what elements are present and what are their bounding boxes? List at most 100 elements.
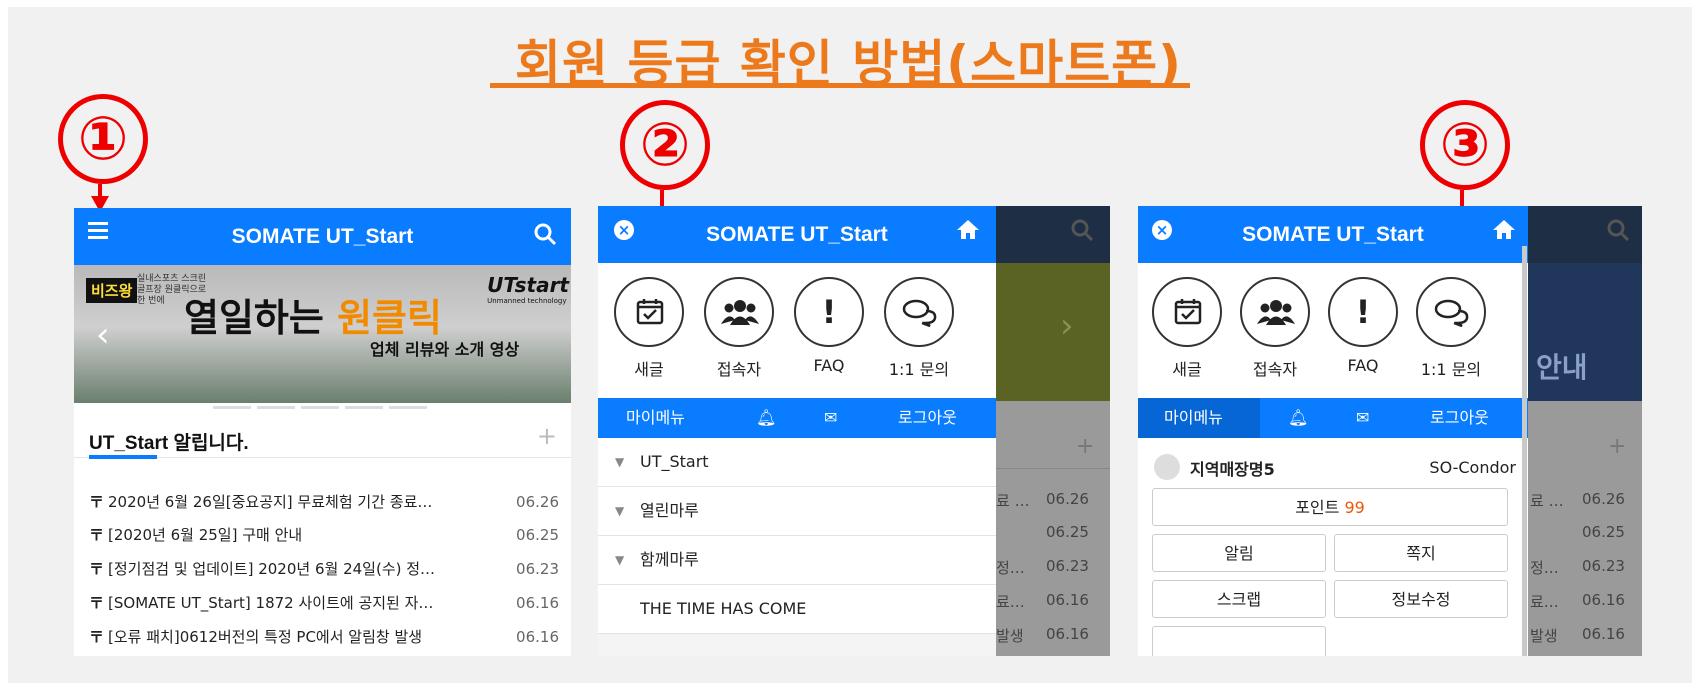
points-button[interactable]: 포인트 99 [1152, 488, 1508, 526]
carousel-dot[interactable] [301, 406, 339, 409]
chat-icon[interactable] [884, 277, 954, 347]
banner-subtitle: 업체 리뷰와 소개 영상 [370, 340, 520, 359]
menu-item[interactable]: ▼ 열린마루 [598, 487, 996, 536]
carousel-dot[interactable] [257, 406, 295, 409]
notice-row[interactable]: 〒 [SOMATE UT_Start] 1872 사이트에 공지된 자… 06.16 [89, 591, 559, 615]
screen-2-side-menu: › + 료 … 정… 료… 발생 06.26 06.25 06.23 06.16… [598, 206, 1110, 656]
step-2-marker: ② [620, 100, 710, 190]
notice-date: 06.23 [516, 560, 559, 578]
my-menu-tab[interactable]: 마이메뉴 [1164, 398, 1223, 438]
users-icon[interactable] [704, 277, 774, 347]
close-icon[interactable]: × [1152, 220, 1172, 240]
menu-item-label: THE TIME HAS COME [640, 599, 807, 618]
dimmed-plus-icon: + [1608, 434, 1627, 459]
dimmed-frag: 발생 [1530, 627, 1558, 645]
notice-row[interactable]: 〒 [정기점검 및 업데이트] 2020년 6월 24일(수) 정… 06.23 [89, 557, 559, 581]
notice-text: [SOMATE UT_Start] 1872 사이트에 공지된 자… [108, 594, 434, 612]
logout-button[interactable]: 로그아웃 [898, 398, 957, 438]
banner-badge: 비즈왕 [86, 278, 138, 303]
screen-1-home: SOMATE UT_Start 비즈왕 실내스포츠 스크린 골프장 원클릭으로 … [74, 208, 571, 656]
carousel-indicators[interactable] [169, 394, 433, 413]
notice-date: 06.16 [516, 594, 559, 612]
dimmed-frag: 정… [1530, 559, 1559, 577]
menu-item[interactable]: THE TIME HAS COME [598, 585, 996, 634]
app-title: SOMATE UT_Start [1242, 223, 1424, 246]
notice-date: 06.16 [516, 628, 559, 646]
carousel-prev-icon[interactable]: ‹ [96, 315, 110, 355]
users-label: 접속자 [1252, 360, 1298, 379]
users-icon[interactable] [1240, 277, 1310, 347]
dimmed-chevron-icon: › [1060, 306, 1074, 346]
carousel-dot[interactable] [389, 406, 427, 409]
new-posts-icon[interactable] [614, 277, 684, 347]
notice-text: [2020년 6월 25일] 구매 안내 [108, 526, 303, 544]
dimmed-frag: 료 … [996, 492, 1030, 510]
scrap-button[interactable]: 스크랩 [1152, 580, 1326, 618]
dimmed-frag: 발생 [996, 627, 1024, 645]
pin-icon: 〒 [89, 628, 105, 646]
mail-icon[interactable]: ✉ [1356, 398, 1369, 438]
banner-logo: UTstart Unmanned technology [487, 273, 569, 305]
drawer-menu-list: ▼ UT_Start ▼ 열린마루 ▼ 함께마루 THE TIME HAS COME [598, 438, 996, 634]
menu-item-label: 함께마루 [640, 550, 699, 569]
dimmed-date: 06.25 [1582, 523, 1625, 541]
more-button[interactable] [1152, 626, 1326, 656]
banner-headline-b: 원클릭 [337, 296, 442, 340]
notice-row[interactable]: 〒 [2020년 6월 25일] 구매 안내 06.25 [89, 523, 559, 547]
logout-button[interactable]: 로그아웃 [1430, 398, 1489, 438]
dimmed-date: 06.16 [1046, 591, 1089, 609]
title-underline [490, 83, 1190, 88]
step-3-marker: ③ [1420, 100, 1510, 190]
notice-text: [정기점검 및 업데이트] 2020년 6월 24일(수) 정… [108, 560, 436, 578]
scrollbar[interactable] [1522, 246, 1527, 656]
drawer-action-bar: 마이메뉴 🔔︎ ✉ 로그아웃 [1138, 398, 1528, 438]
new-posts-icon[interactable] [1152, 277, 1222, 347]
faq-icon[interactable]: ! [794, 277, 864, 347]
app-header: SOMATE UT_Start [74, 208, 571, 265]
banner-logo-text: UTstart [487, 273, 569, 297]
faq-icon[interactable]: ! [1328, 277, 1398, 347]
pin-icon: 〒 [89, 594, 105, 612]
carousel-dot[interactable] [169, 406, 207, 409]
dimmed-date: 06.23 [1582, 557, 1625, 575]
home-icon[interactable] [956, 218, 980, 240]
menu-item[interactable]: ▼ UT_Start [598, 438, 996, 487]
pin-icon: 〒 [89, 493, 105, 511]
hamburger-menu-icon[interactable] [88, 222, 108, 239]
bell-icon[interactable]: 🔔︎ [1288, 398, 1308, 438]
menu-item[interactable]: ▼ 함께마루 [598, 536, 996, 585]
dimmed-date: 06.16 [1046, 625, 1089, 643]
notice-row[interactable]: 〒 2020년 6월 26일[중요공지] 무료체험 기간 종료… 06.26 [89, 490, 559, 514]
promo-banner[interactable]: 비즈왕 실내스포츠 스크린 골프장 원클릭으로 한 번에 열일하는 원클릭 업체… [74, 265, 571, 409]
dimmed-frag: 료… [1530, 593, 1559, 611]
search-icon[interactable] [533, 222, 557, 246]
drawer-action-bar: 마이메뉴 🔔︎ ✉ 로그아웃 [598, 398, 996, 438]
mail-icon[interactable]: ✉ [824, 398, 837, 438]
drawer-header: SOMATE UT_Start × [598, 206, 996, 263]
points-value: 99 [1344, 498, 1365, 517]
caret-down-icon: ▼ [615, 455, 625, 469]
carousel-dot[interactable] [345, 406, 383, 409]
chat-icon[interactable] [1416, 277, 1486, 347]
inquiry-label: 1:1 문의 [1420, 360, 1482, 379]
side-drawer: SOMATE UT_Start × ! 새글 접속자 FAQ 1:1 문의 마이… [1138, 206, 1528, 656]
app-title: SOMATE UT_Start [231, 225, 414, 248]
app-title: SOMATE UT_Start [706, 223, 888, 246]
notifications-button[interactable]: 알림 [1152, 534, 1326, 572]
banner-headline-a: 열일하는 [184, 296, 338, 340]
my-menu-tab[interactable]: 마이메뉴 [626, 398, 685, 438]
edit-profile-button[interactable]: 정보수정 [1334, 580, 1508, 618]
notice-row[interactable]: 〒 [오류 패치]0612버전의 특정 PC에서 알림창 발생 06.16 [89, 625, 559, 649]
carousel-dot[interactable] [213, 406, 251, 409]
close-icon[interactable]: × [614, 220, 634, 240]
dimmed-date: 06.26 [1582, 490, 1625, 508]
bell-icon[interactable]: 🔔︎ [756, 398, 776, 438]
notice-date: 06.25 [516, 526, 559, 544]
more-plus-icon[interactable]: + [537, 422, 557, 450]
messages-button[interactable]: 쪽지 [1334, 534, 1508, 572]
home-icon[interactable] [1492, 218, 1516, 240]
quick-menu: ! 새글 접속자 FAQ 1:1 문의 [598, 263, 996, 401]
dimmed-frag: 료 … [1530, 492, 1564, 510]
dimmed-frag: 료… [996, 593, 1025, 611]
dimmed-banner-text: 안내 [1536, 351, 1588, 384]
